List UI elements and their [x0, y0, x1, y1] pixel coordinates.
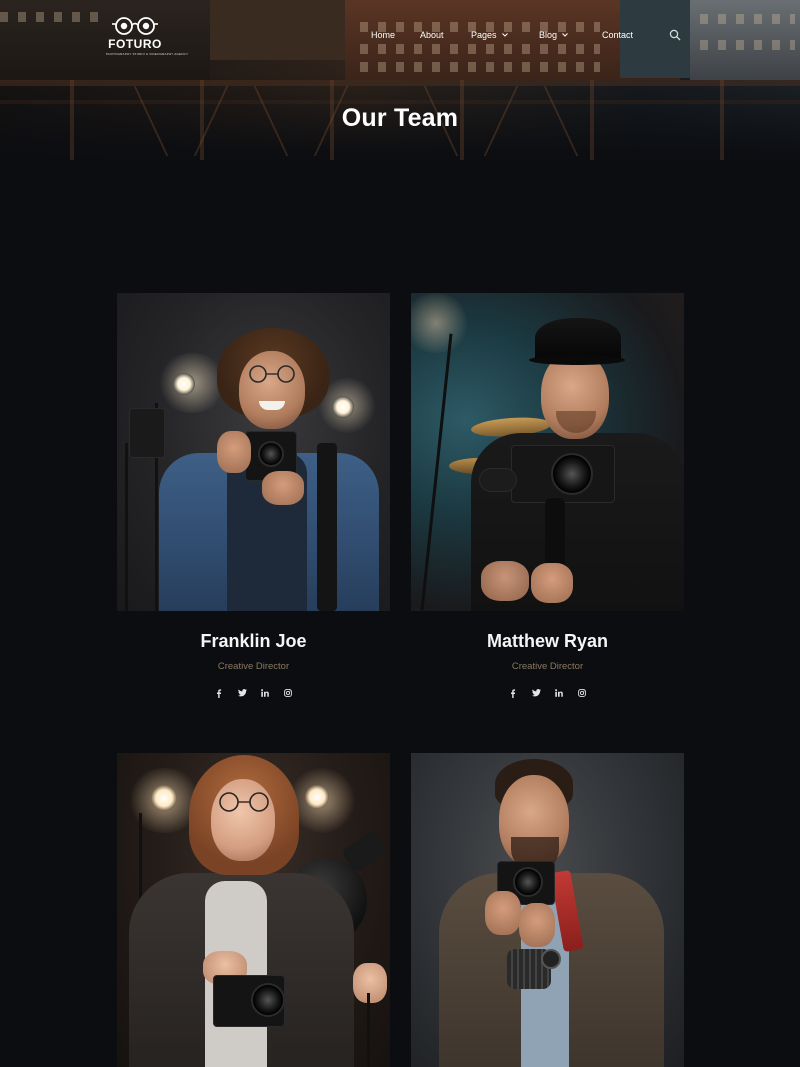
team-member-card: Matthew Ryan Creative Director: [411, 293, 684, 698]
linkedin-icon[interactable]: [260, 688, 270, 698]
nav-item-label: Home: [371, 30, 396, 40]
building-windows: [360, 44, 600, 54]
brand-tagline: PHOTOGRAPHY STUDIO & VIDEOGRAPHY AGENCY: [106, 52, 189, 56]
brand-name: FOTURO: [108, 37, 162, 51]
studio-light: [305, 785, 329, 809]
gimbal-arm: [479, 468, 517, 492]
team-member-card: [117, 753, 390, 1067]
person-hand: [481, 561, 529, 601]
camera-lens: [258, 441, 284, 467]
building-windows: [360, 62, 600, 72]
studio-light: [332, 396, 354, 418]
team-member-role: Creative Director: [511, 661, 584, 672]
background-building: [210, 0, 350, 60]
social-links: [117, 688, 390, 698]
glasses-icon: [219, 792, 269, 812]
facebook-icon[interactable]: [214, 688, 224, 698]
studio-light: [151, 785, 177, 811]
light-glow: [411, 293, 471, 353]
nav-item-label: About: [420, 30, 444, 40]
team-member-card: Franklin Joe Creative Director: [117, 293, 390, 698]
team-member-name: Franklin Joe: [200, 631, 307, 651]
page-title: Our Team: [341, 104, 459, 132]
social-links: [411, 688, 684, 698]
facebook-icon[interactable]: [508, 688, 518, 698]
linkedin-icon[interactable]: [554, 688, 564, 698]
nav-item-label: Blog: [539, 30, 558, 40]
team-member-name: Matthew Ryan: [486, 631, 609, 651]
chevron-down-icon: [501, 33, 508, 37]
nav-item-about[interactable]: About: [420, 30, 444, 40]
nav-item-pages[interactable]: Pages: [471, 30, 509, 40]
nav-item-blog[interactable]: Blog: [539, 30, 569, 40]
person-hand: [485, 891, 521, 935]
team-member-photo[interactable]: [117, 293, 390, 611]
person-hand: [531, 563, 573, 603]
person-hand: [519, 903, 555, 947]
person-hand: [353, 963, 387, 1003]
nav-item-label: Pages: [471, 30, 497, 40]
instagram-icon[interactable]: [577, 688, 587, 698]
brand-logo[interactable]: FOTURO PHOTOGRAPHY STUDIO & VIDEOGRAPHY …: [106, 16, 189, 56]
chevron-down-icon: [562, 33, 568, 37]
mic-stand: [420, 333, 453, 611]
instagram-icon[interactable]: [283, 688, 293, 698]
search-icon[interactable]: [669, 29, 681, 41]
camera-lens: [251, 983, 285, 1017]
team-member-card: [411, 753, 684, 1067]
studio-light-body: [129, 408, 165, 458]
building-windows: [700, 14, 795, 24]
twitter-icon[interactable]: [531, 688, 541, 698]
team-member-photo[interactable]: [411, 753, 684, 1067]
light-stand: [125, 443, 128, 611]
glasses-icon: [249, 365, 295, 383]
team-member-photo[interactable]: [117, 753, 390, 1067]
camera-strap: [317, 443, 337, 611]
nav-item-home[interactable]: Home: [371, 30, 395, 40]
building-windows: [0, 12, 100, 22]
team-member-role: Creative Director: [217, 661, 290, 672]
studio-light: [173, 373, 195, 395]
camera-lens: [551, 453, 593, 495]
twitter-icon[interactable]: [237, 688, 247, 698]
building-windows: [700, 40, 795, 50]
nav-item-contact[interactable]: Contact: [602, 30, 633, 40]
light-stand: [367, 993, 370, 1067]
team-member-photo[interactable]: [411, 293, 684, 611]
cap-brim: [529, 355, 625, 365]
camera-lens: [513, 867, 543, 897]
nav-item-label: Contact: [602, 30, 634, 40]
hero-banner: FOTURO PHOTOGRAPHY STUDIO & VIDEOGRAPHY …: [0, 0, 800, 165]
person-hand: [217, 431, 251, 473]
logo-glasses-icon: [112, 17, 158, 35]
wristwatch-icon: [541, 949, 561, 969]
person-hand: [262, 471, 304, 505]
